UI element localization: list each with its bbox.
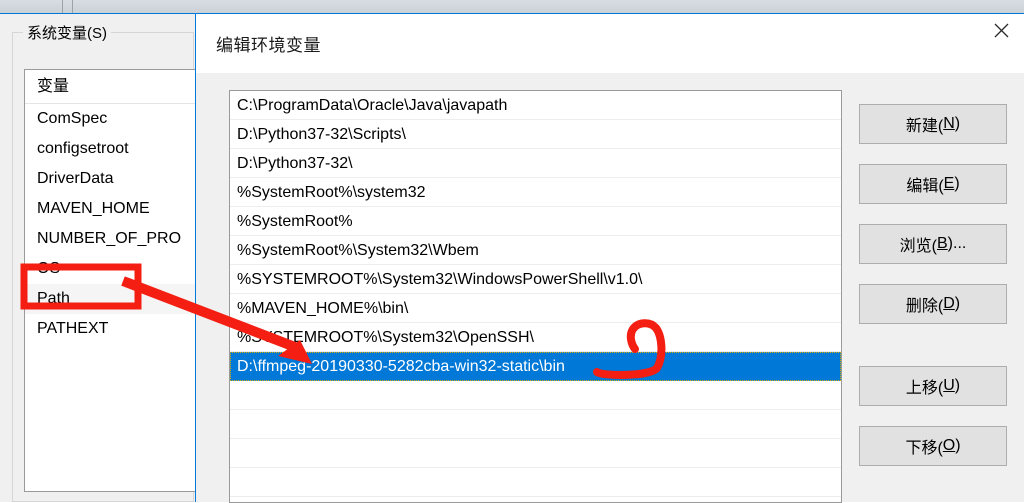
path-entry-row[interactable]: D:\Python37-32\Scripts\ <box>230 120 841 149</box>
system-variables-list[interactable]: 变量 ComSpec configsetroot DriverData MAVEN_H… <box>24 69 200 492</box>
path-entry-row-empty[interactable] <box>230 468 841 497</box>
variable-row[interactable]: configsetroot <box>25 134 200 164</box>
system-variables-groupbox-title: 系统变量(S) <box>23 22 111 43</box>
edit-environment-variable-dialog: 编辑环境变量 C:\ProgramData\Oracle\Java\javapa… <box>195 13 1024 503</box>
move-up-button-label: 上移( <box>905 380 944 397</box>
move-up-button-suffix: ) <box>954 377 961 394</box>
move-down-button-label: 下移( <box>905 440 943 457</box>
browse-button-label: 浏览( <box>899 238 937 255</box>
path-entry-row[interactable]: C:\ProgramData\Oracle\Java\javapath <box>230 91 841 120</box>
path-entry-row-empty[interactable] <box>230 439 841 468</box>
variable-row[interactable]: MAVEN_HOME <box>25 194 200 224</box>
dialog-title: 编辑环境变量 <box>216 36 321 55</box>
dialog-titlebar: 编辑环境变量 <box>196 14 1024 73</box>
variable-row[interactable]: ComSpec <box>25 104 200 134</box>
edit-button-label: 编辑( <box>906 178 944 195</box>
browse-button-suffix: )... <box>947 235 967 252</box>
variable-row[interactable]: Path <box>25 284 200 314</box>
new-button-suffix: ) <box>954 115 961 132</box>
edit-button-suffix: ) <box>954 175 960 192</box>
close-icon <box>994 23 1009 38</box>
delete-button-suffix: ) <box>954 295 961 312</box>
move-down-button-accesskey: O <box>942 437 956 454</box>
path-entry-row[interactable]: %SystemRoot%\system32 <box>230 178 841 207</box>
dialog-button-column: 新建(N) 编辑(E) 浏览(B)... 删除(D) 上移(U) 下移(O) <box>859 104 1007 486</box>
browse-button[interactable]: 浏览(B)... <box>859 224 1007 264</box>
path-entry-row-empty[interactable] <box>230 381 841 410</box>
variable-column-header: 变量 <box>25 70 200 104</box>
path-entry-row[interactable]: %MAVEN_HOME%\bin\ <box>230 294 841 323</box>
path-entry-row[interactable]: D:\Python37-32\ <box>230 149 841 178</box>
button-group-separator <box>859 344 1007 366</box>
move-up-button[interactable]: 上移(U) <box>859 366 1007 406</box>
browse-button-accesskey: B <box>937 235 948 252</box>
desktop-background-strip <box>0 0 1024 14</box>
path-entry-row[interactable]: %SystemRoot% <box>230 207 841 236</box>
new-button[interactable]: 新建(N) <box>859 104 1007 144</box>
new-button-label: 新建( <box>905 118 944 135</box>
move-down-button[interactable]: 下移(O) <box>859 426 1007 466</box>
path-entry-row[interactable]: %SYSTEMROOT%\System32\WindowsPowerShell\… <box>230 265 841 294</box>
edit-button[interactable]: 编辑(E) <box>859 164 1007 204</box>
path-entry-row-selected[interactable]: D:\ffmpeg-20190330-5282cba-win32-static\… <box>230 352 841 381</box>
delete-button-accesskey: D <box>943 295 955 312</box>
variable-row[interactable]: DriverData <box>25 164 200 194</box>
move-down-button-suffix: ) <box>955 437 961 454</box>
delete-button[interactable]: 删除(D) <box>859 284 1007 324</box>
close-button[interactable] <box>978 14 1024 46</box>
move-up-button-accesskey: U <box>943 377 955 394</box>
variable-row[interactable]: OS <box>25 254 200 284</box>
new-button-accesskey: N <box>943 115 955 132</box>
path-entry-row[interactable]: %SystemRoot%\System32\Wbem <box>230 236 841 265</box>
delete-button-label: 删除( <box>905 298 944 315</box>
edit-button-accesskey: E <box>943 175 955 192</box>
path-entries-list[interactable]: C:\ProgramData\Oracle\Java\javapath D:\Py… <box>229 90 842 503</box>
path-entry-row[interactable]: %SYSTEMROOT%\System32\OpenSSH\ <box>230 323 841 352</box>
path-entry-row-empty[interactable] <box>230 410 841 439</box>
variable-row[interactable]: NUMBER_OF_PRO <box>25 224 200 254</box>
variable-row[interactable]: PATHEXT <box>25 314 200 344</box>
